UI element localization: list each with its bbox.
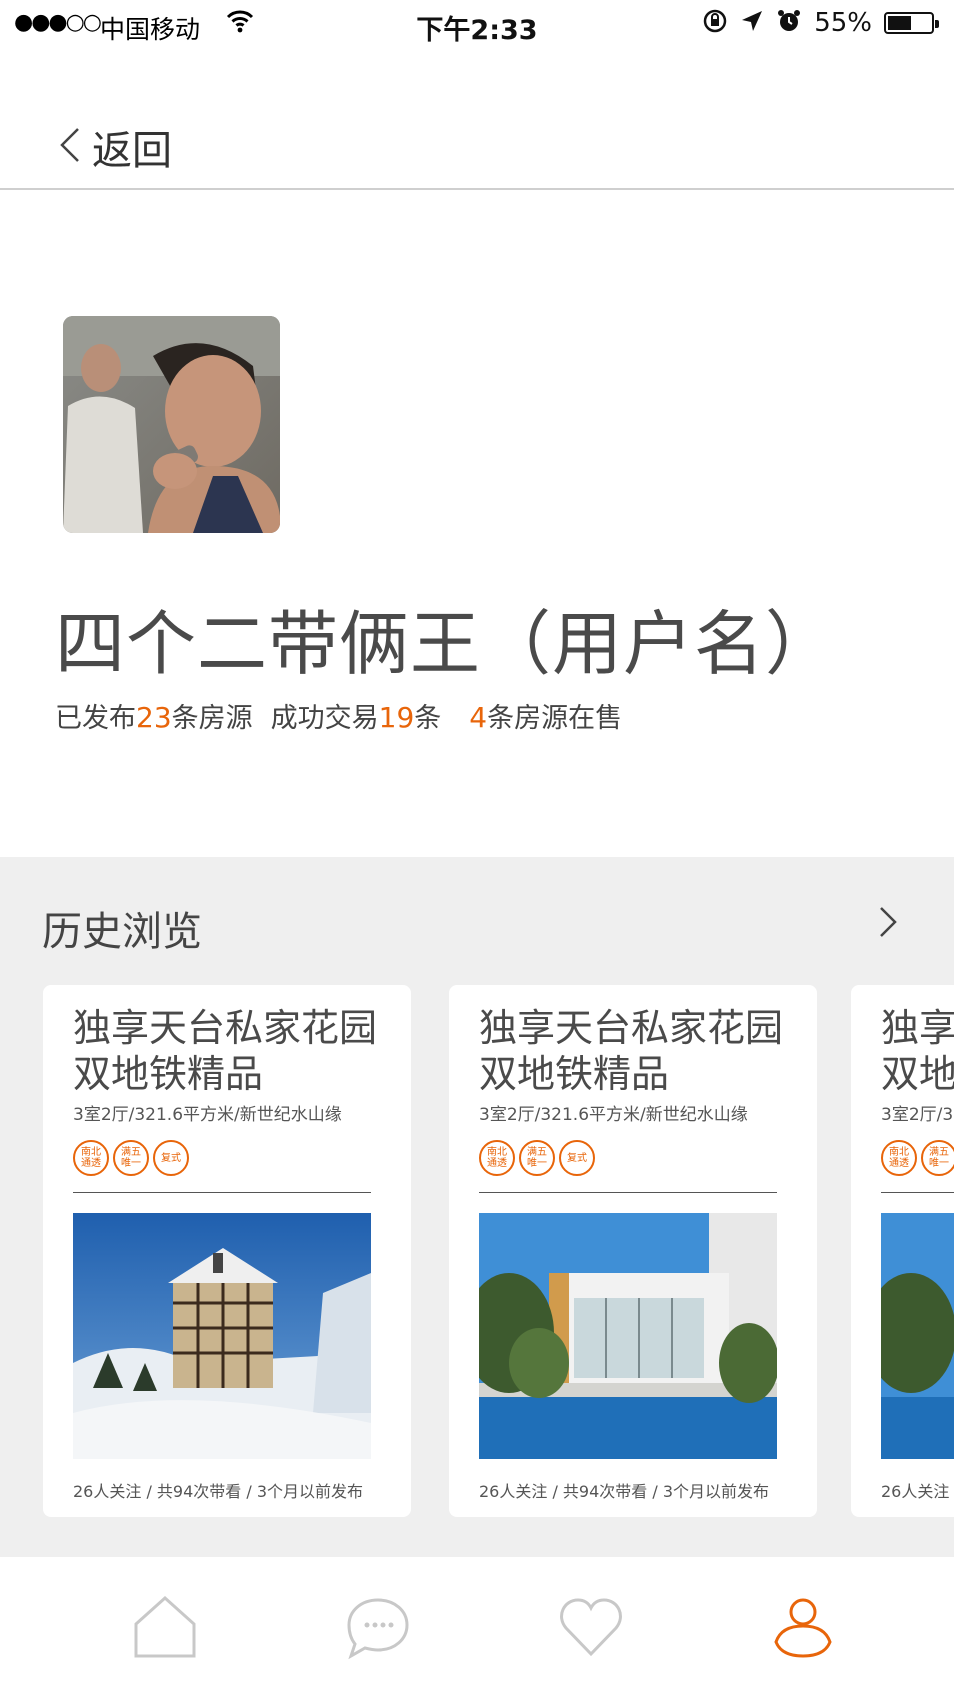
card-title: 独享天台私家花园 双地铁精品 <box>479 1006 784 1096</box>
username: 四个二带俩王（用户名） <box>55 603 836 685</box>
tag-badge: 复式 <box>153 1140 189 1176</box>
tag-badge: 南北 通透 <box>881 1140 917 1176</box>
history-section: 历史浏览 独享天台私家花园 双地铁精品 3室2厅/321.6平方米/新世纪水山缘… <box>0 857 954 1557</box>
card-title: 独享天台私家花园 双地铁精品 <box>881 1006 954 1096</box>
back-button[interactable]: 返回 <box>58 118 172 176</box>
chevron-right-icon[interactable] <box>878 905 898 943</box>
deals-count: 19 <box>378 701 415 734</box>
location-arrow-icon <box>740 9 764 37</box>
card-tags: 南北 通透 满五 唯一 复式 <box>881 1140 954 1176</box>
tab-messages[interactable] <box>338 1587 418 1667</box>
tag-badge: 满五 唯一 <box>113 1140 149 1176</box>
nav-bar: 返回 <box>0 90 954 190</box>
card-divider <box>479 1192 777 1193</box>
card-divider <box>881 1192 954 1193</box>
avatar-photo <box>63 316 280 533</box>
deals-prefix: 成功交易 <box>270 703 379 734</box>
tab-profile[interactable] <box>763 1587 843 1667</box>
card-tags: 南北 通透 满五 唯一 复式 <box>479 1140 595 1176</box>
card-footer: 26人关注 / 共94次带看 / 3个月以前发布 <box>881 1482 954 1501</box>
card-subtitle: 3室2厅/321.6平方米/新世纪水山缘 <box>479 1105 748 1125</box>
history-card[interactable]: 独享天台私家花园 双地铁精品 3室2厅/321.6平方米/新世纪水山缘 南北 通… <box>43 985 411 1517</box>
published-prefix: 已发布 <box>55 703 136 734</box>
battery-icon <box>884 12 939 34</box>
tag-badge: 复式 <box>559 1140 595 1176</box>
history-card[interactable]: 独享天台私家花园 双地铁精品 3室2厅/321.6平方米/新世纪水山缘 南北 通… <box>449 985 817 1517</box>
published-suffix: 条房源 <box>171 703 253 734</box>
orientation-lock-icon <box>702 8 728 38</box>
card-subtitle: 3室2厅/321.6平方米/新世纪水山缘 <box>881 1105 954 1125</box>
card-title: 独享天台私家花园 双地铁精品 <box>73 1006 378 1096</box>
tag-badge: 满五 唯一 <box>921 1140 954 1176</box>
alarm-icon <box>776 8 802 38</box>
tag-badge: 满五 唯一 <box>519 1140 555 1176</box>
status-right-group: 55% <box>702 8 939 38</box>
profile-icon <box>774 1598 832 1658</box>
card-tags: 南北 通透 满五 唯一 复式 <box>73 1140 189 1176</box>
history-title: 历史浏览 <box>42 909 202 955</box>
avatar[interactable] <box>63 316 280 533</box>
house-photo: 350万 <box>73 1213 371 1459</box>
tab-favorites[interactable] <box>551 1587 631 1667</box>
app-screen: ●●●○○ 中国移动 下午2:33 55% 返回 四个二带俩王（用户名） 已发布… <box>0 0 954 1696</box>
battery-fill <box>888 16 912 30</box>
tag-badge: 南北 通透 <box>479 1140 515 1176</box>
history-card[interactable]: 独享天台私家花园 双地铁精品 3室2厅/321.6平方米/新世纪水山缘 南北 通… <box>851 985 954 1517</box>
card-divider <box>73 1192 371 1193</box>
tag-badge: 南北 通透 <box>73 1140 109 1176</box>
back-label: 返回 <box>92 128 172 174</box>
battery-cap <box>935 20 939 28</box>
chevron-left-icon <box>58 125 82 169</box>
battery-percent: 55% <box>814 8 872 38</box>
home-icon <box>134 1595 196 1658</box>
status-bar: ●●●○○ 中国移动 下午2:33 55% <box>0 0 954 50</box>
deals-suffix: 条 <box>414 703 442 734</box>
tab-bar <box>0 1557 954 1696</box>
message-icon <box>347 1598 409 1660</box>
published-count: 23 <box>136 701 172 734</box>
on-sale-suffix: 条房源在售 <box>487 703 623 734</box>
tab-home[interactable] <box>125 1587 205 1667</box>
user-stats: 已发布23条房源 成功交易19条 4条房源在售 <box>55 696 622 735</box>
card-subtitle: 3室2厅/321.6平方米/新世纪水山缘 <box>73 1105 342 1125</box>
card-footer: 26人关注 / 共94次带看 / 3个月以前发布 <box>479 1482 770 1501</box>
house-photo: 620万 <box>479 1213 777 1459</box>
on-sale-count: 4 <box>469 701 488 734</box>
house-photo <box>881 1213 954 1459</box>
card-footer: 26人关注 / 共94次带看 / 3个月以前发布 <box>73 1482 364 1501</box>
favorite-icon <box>560 1598 622 1657</box>
